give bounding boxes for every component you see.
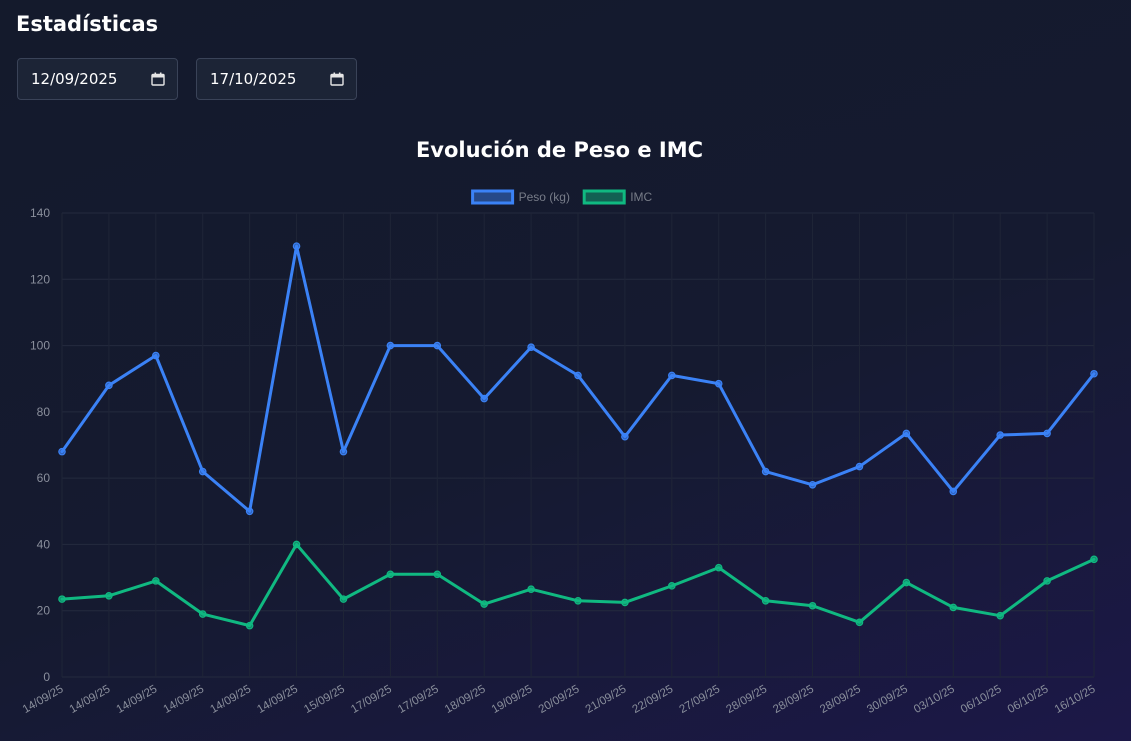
bmi-data-point[interactable]	[386, 570, 395, 579]
bmi-data-point[interactable]	[245, 621, 254, 630]
weight-data-point[interactable]	[105, 381, 113, 390]
y-tick-label: 100	[30, 339, 50, 353]
x-tick-label: 03/10/25	[912, 683, 957, 716]
weight-data-point[interactable]	[808, 480, 817, 489]
bmi-data-point[interactable]	[574, 596, 582, 605]
x-tick-label: 19/09/25	[490, 683, 535, 716]
bmi-data-point[interactable]	[761, 596, 770, 605]
x-tick-label: 30/09/25	[865, 683, 910, 716]
bmi-data-point[interactable]	[433, 570, 442, 579]
x-tick-label: 17/09/25	[396, 683, 441, 716]
weight-data-point[interactable]	[1043, 429, 1051, 438]
bmi-data-point[interactable]	[58, 595, 66, 603]
legend-swatch-weight[interactable]	[471, 189, 515, 205]
bmi-data-point[interactable]	[480, 600, 488, 608]
x-tick-label: 27/09/25	[677, 683, 722, 716]
weight-data-point[interactable]	[668, 371, 676, 380]
weight-data-point[interactable]	[996, 431, 1004, 439]
x-tick-label: 14/09/25	[161, 683, 206, 716]
bmi-data-point[interactable]	[339, 595, 348, 603]
legend-swatch-bmi[interactable]	[582, 189, 626, 205]
weight-data-point[interactable]	[761, 467, 770, 476]
bmi-data-point[interactable]	[1090, 555, 1098, 564]
weight-data-point[interactable]	[292, 242, 301, 250]
x-tick-label: 06/10/25	[1006, 683, 1051, 716]
weight-data-point[interactable]	[527, 343, 535, 352]
x-tick-label: 16/10/25	[1053, 683, 1098, 716]
bmi-data-point[interactable]	[292, 540, 301, 549]
bmi-data-point[interactable]	[527, 585, 535, 593]
weight-data-point[interactable]	[621, 432, 629, 441]
bmi-data-point[interactable]	[198, 610, 207, 618]
x-tick-label: 20/09/25	[537, 683, 582, 716]
weight-data-point[interactable]	[386, 341, 395, 350]
weight-data-point[interactable]	[58, 447, 66, 456]
weight-data-point[interactable]	[714, 379, 723, 388]
x-tick-label: 17/09/25	[349, 683, 394, 716]
bmi-data-point[interactable]	[105, 591, 113, 600]
weight-data-point[interactable]	[480, 394, 488, 403]
x-tick-label: 28/09/25	[771, 683, 816, 716]
weight-data-point[interactable]	[949, 487, 958, 496]
x-tick-label: 22/09/25	[631, 683, 676, 716]
weight-data-point[interactable]	[245, 507, 254, 516]
y-tick-label: 120	[30, 272, 50, 286]
x-tick-label: 14/09/25	[21, 683, 66, 716]
x-tick-label: 14/09/25	[255, 683, 300, 716]
weight-bmi-line-chart: 02040608010012014014/09/25 14/09/25 14/09/…	[21, 189, 1098, 716]
legend-label-bmi[interactable]: IMC	[630, 190, 652, 204]
weight-data-point[interactable]	[198, 467, 207, 476]
bmi-data-point[interactable]	[949, 603, 958, 612]
y-tick-label: 0	[43, 670, 50, 684]
bmi-data-point[interactable]	[855, 618, 864, 627]
x-tick-label: 28/09/25	[724, 683, 769, 716]
bmi-data-point[interactable]	[621, 598, 629, 607]
weight-data-point[interactable]	[433, 341, 442, 350]
weight-data-point[interactable]	[902, 429, 911, 438]
bmi-data-point[interactable]	[1043, 577, 1051, 585]
x-tick-label: 18/09/25	[443, 683, 488, 716]
x-tick-label: 28/09/25	[818, 683, 863, 716]
bmi-data-point[interactable]	[808, 601, 817, 610]
weight-data-point[interactable]	[339, 447, 348, 456]
bmi-data-point[interactable]	[714, 563, 723, 572]
y-tick-label: 140	[30, 206, 50, 220]
weight-data-point[interactable]	[1090, 369, 1098, 378]
y-tick-label: 60	[37, 471, 51, 485]
x-tick-label: 15/09/25	[302, 683, 347, 716]
bmi-data-point[interactable]	[902, 578, 911, 587]
bmi-data-point[interactable]	[152, 577, 160, 585]
y-tick-label: 20	[37, 604, 51, 618]
x-tick-label: 14/09/25	[208, 683, 253, 716]
bmi-data-point[interactable]	[668, 582, 676, 590]
y-tick-label: 80	[37, 405, 51, 419]
weight-data-point[interactable]	[152, 351, 160, 360]
x-tick-label: 06/10/25	[959, 683, 1004, 716]
bmi-data-point[interactable]	[996, 611, 1004, 620]
x-tick-label: 14/09/25	[115, 683, 160, 716]
x-tick-label: 21/09/25	[584, 683, 629, 716]
weight-data-point[interactable]	[574, 371, 582, 380]
x-tick-label: 14/09/25	[68, 683, 113, 716]
legend-label-weight[interactable]: Peso (kg)	[519, 190, 570, 204]
y-tick-label: 40	[37, 537, 51, 551]
weight-data-point[interactable]	[855, 462, 864, 471]
